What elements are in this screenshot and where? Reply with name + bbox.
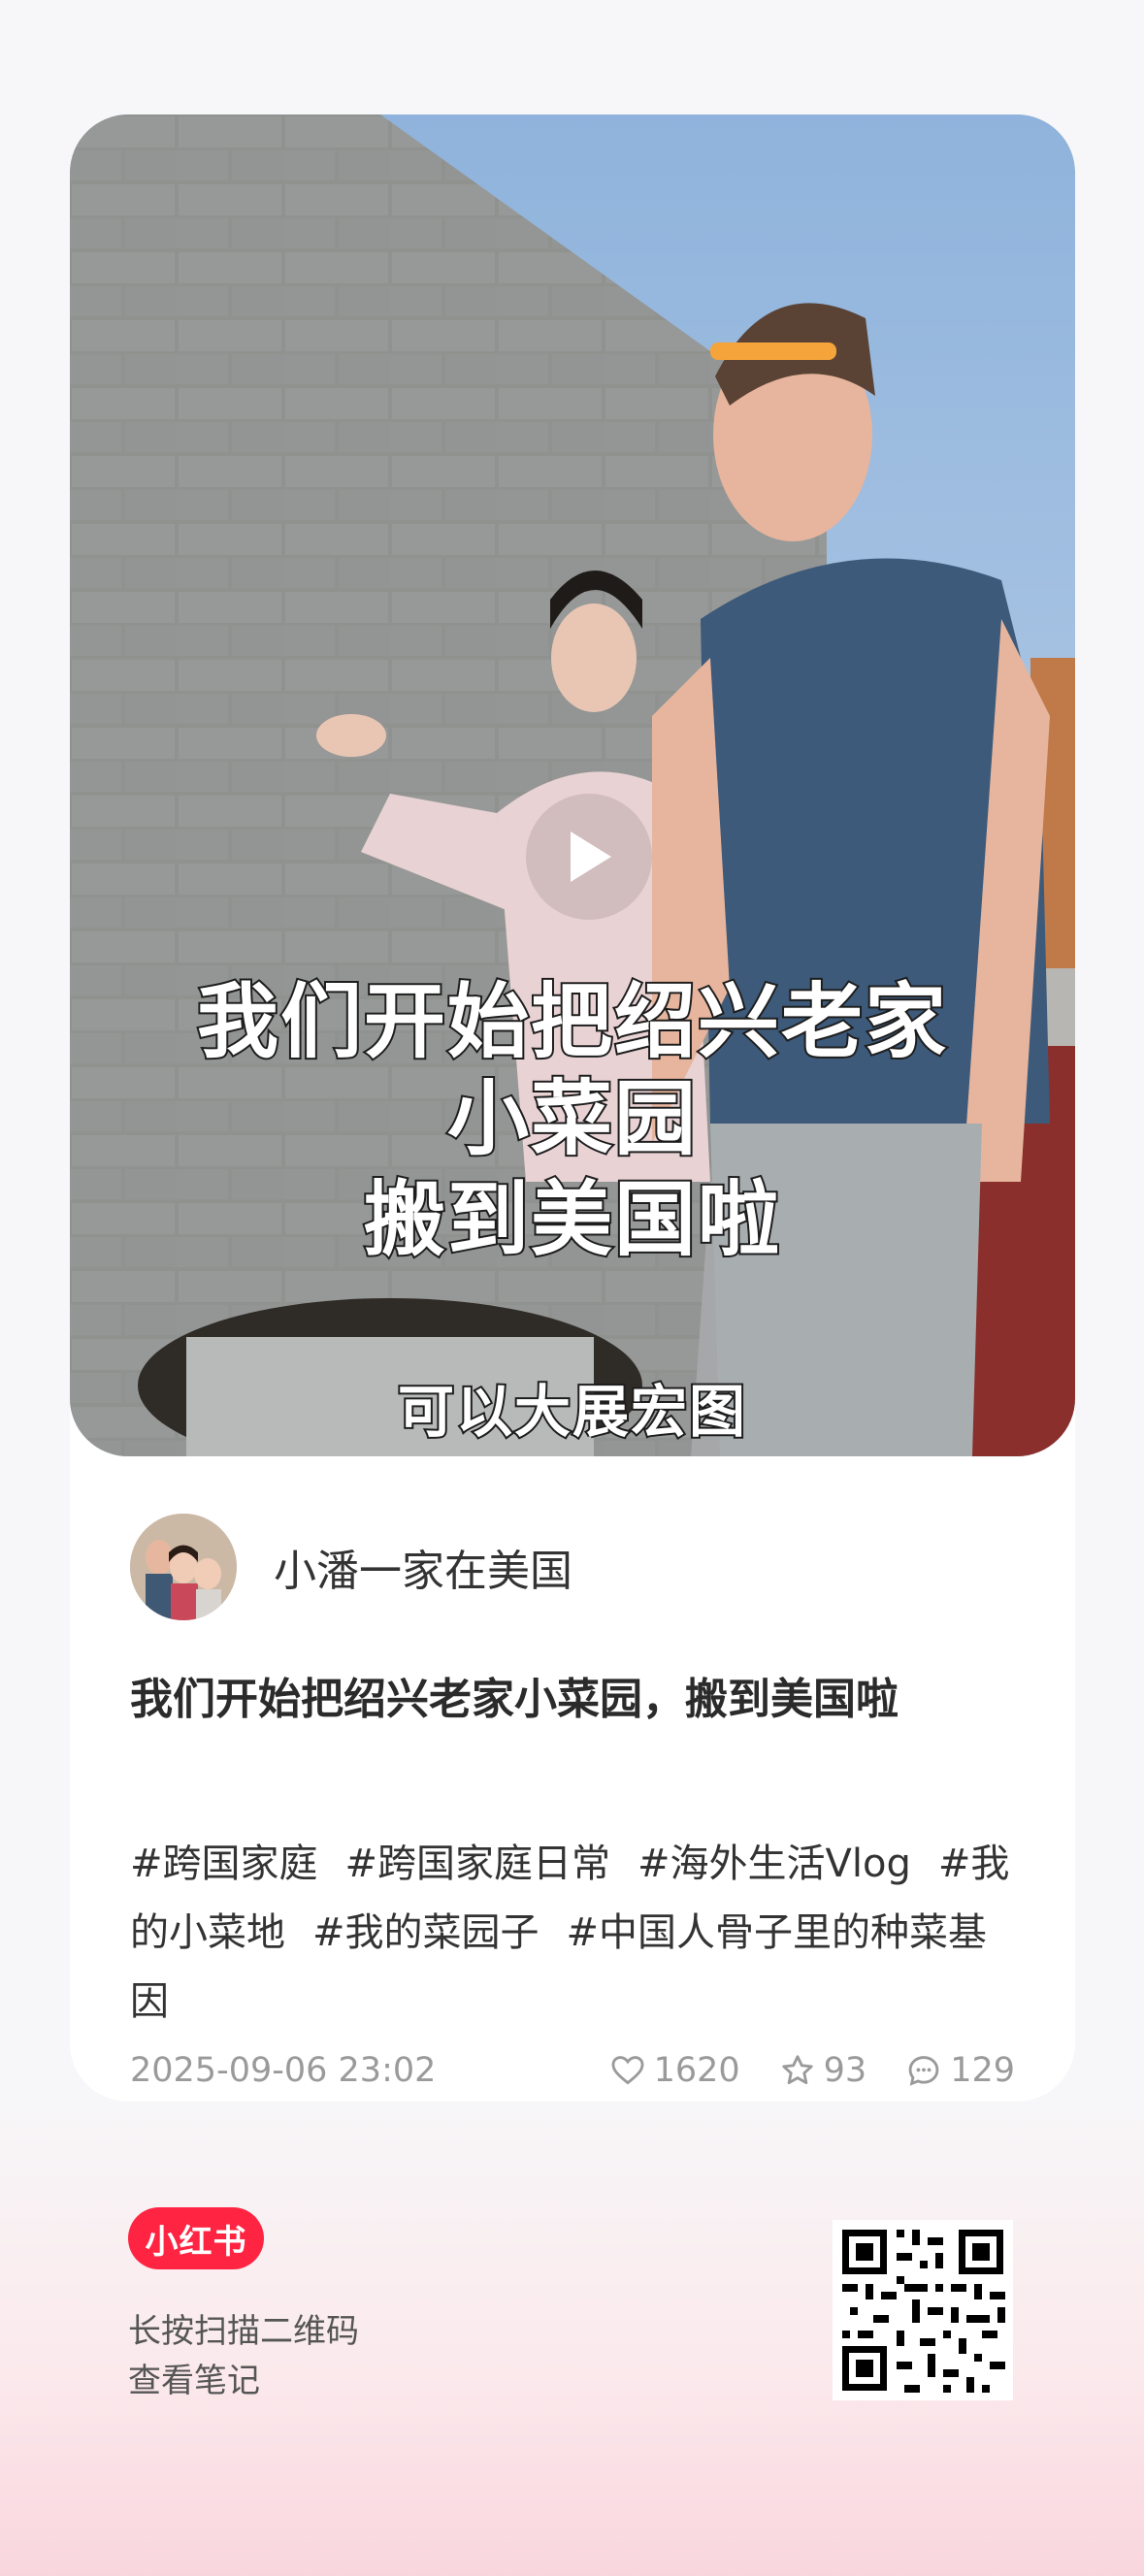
collect-count: 93: [823, 2051, 867, 2090]
comment-stat[interactable]: 129: [905, 2051, 1015, 2090]
like-count: 1620: [653, 2051, 740, 2090]
avatar[interactable]: [130, 1514, 237, 1620]
xiaohongshu-logo: 小红书: [128, 2207, 264, 2269]
star-icon: [781, 2055, 813, 2085]
like-stat[interactable]: 1620: [609, 2051, 740, 2090]
note-title: 我们开始把绍兴老家小菜园，搬到美国啦: [130, 1675, 899, 1724]
qr-hint-line2: 查看笔记: [128, 2362, 260, 2400]
play-button[interactable]: [526, 794, 652, 920]
note-meta: 2025-09-06 23:02 1620 93 129: [130, 2049, 1015, 2092]
tag-list: #跨国家庭 #跨国家庭日常 #海外生活Vlog #我的小菜地 #我的菜园子 #中国人骨子里…: [130, 1830, 1023, 2037]
author-row[interactable]: 小潘一家在美国: [130, 1514, 572, 1620]
play-icon: [571, 831, 611, 882]
tag-item[interactable]: #跨国家庭日常: [345, 1842, 611, 1886]
note-card[interactable]: 我们开始把绍兴老家 小菜园 搬到美国啦 可以大展宏图 小潘一家在美国 我们开始把…: [70, 114, 1075, 2102]
comment-icon: [908, 2056, 939, 2086]
cover-caption-line2: 小菜园: [445, 1069, 698, 1168]
qr-code-icon: [833, 2220, 1013, 2400]
cover-caption-line3: 搬到美国啦: [362, 1170, 781, 1269]
collect-stat[interactable]: 93: [779, 2051, 867, 2090]
cover-caption-line4: 可以大展宏图: [396, 1377, 747, 1447]
author-name[interactable]: 小潘一家在美国: [274, 1536, 572, 1598]
tag-item[interactable]: #跨国家庭: [130, 1842, 318, 1886]
qr-code[interactable]: [833, 2220, 1013, 2400]
qr-hint-line1: 长按扫描二维码: [128, 2312, 359, 2351]
video-cover[interactable]: 我们开始把绍兴老家 小菜园 搬到美国啦 可以大展宏图: [70, 114, 1075, 1456]
avatar-image: [130, 1514, 237, 1620]
comment-count: 129: [950, 2051, 1015, 2090]
heart-icon: [611, 2056, 644, 2085]
tag-item[interactable]: #海外生活Vlog: [637, 1842, 911, 1886]
tag-item[interactable]: #我的菜园子: [312, 1910, 539, 1955]
qr-hint: 长按扫描二维码 查看笔记: [128, 2307, 359, 2406]
publish-date: 2025-09-06 23:02: [130, 2051, 437, 2090]
